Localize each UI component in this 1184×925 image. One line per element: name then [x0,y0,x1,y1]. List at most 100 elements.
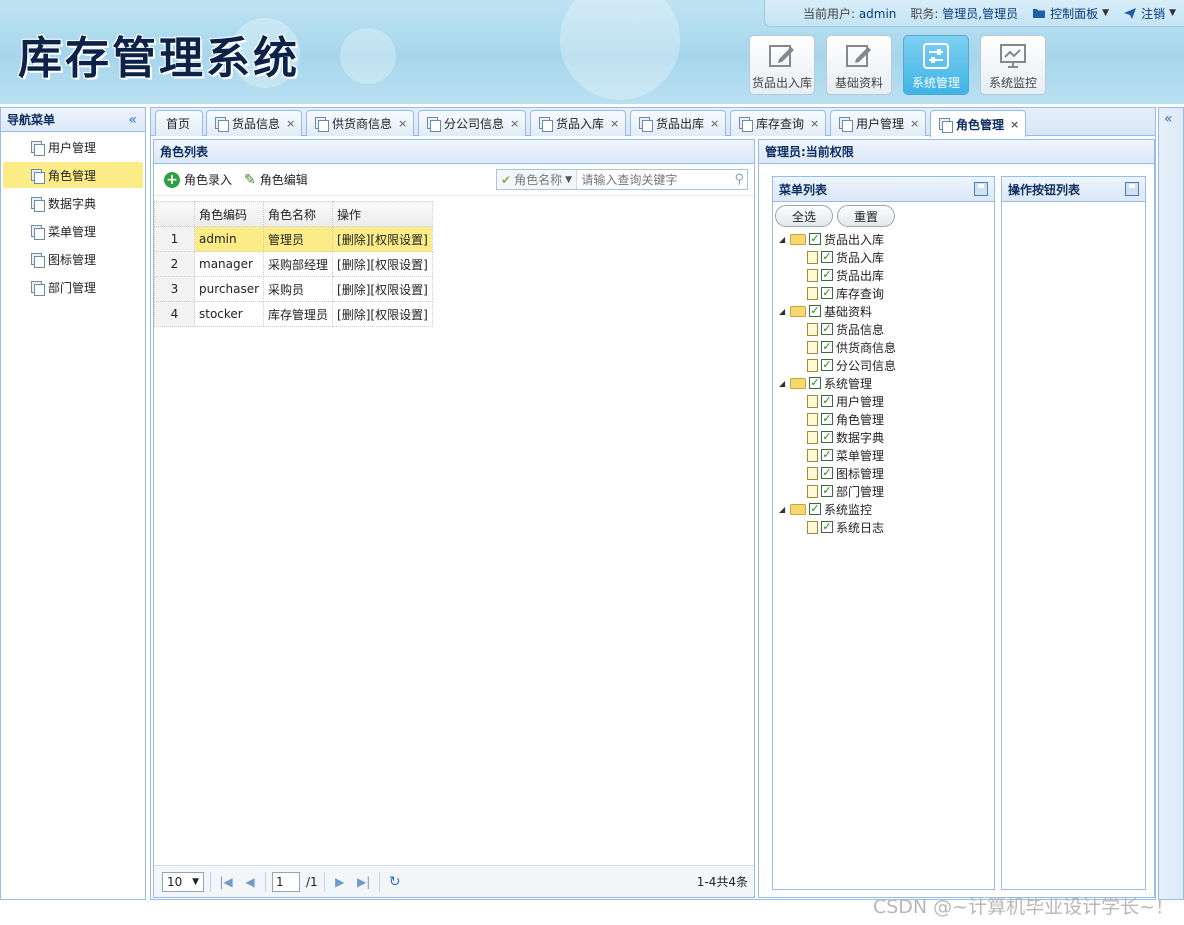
tab-stock-out[interactable]: 货品出库 × [630,110,726,136]
close-icon[interactable]: × [910,117,919,130]
tab-branch-info[interactable]: 分公司信息 × [418,110,526,136]
checkbox-checked[interactable]: ✓ [821,269,833,281]
table-row[interactable]: 3 purchaser 采购员 [删除][权限设置] [154,276,433,302]
tree-node-leaf[interactable]: ✓ 部门管理 [779,482,994,500]
search-icon[interactable]: ⚲ [731,172,747,187]
collapse-left-icon[interactable]: « [128,112,137,128]
close-icon[interactable]: × [1010,118,1019,131]
search-field-select[interactable]: ✔ 角色名称 ▼ [497,170,578,189]
tree-node-leaf[interactable]: ✓ 图标管理 [779,464,994,482]
tree-node-group[interactable]: ◢ ✓ 系统管理 [779,374,994,392]
module-button-system-monitor[interactable]: 系统监控 [980,35,1046,95]
logout-menu[interactable]: 注销 ▼ [1123,5,1176,22]
checkbox-checked[interactable]: ✓ [821,467,833,479]
nav-item-user-management[interactable]: 用户管理 [3,134,143,160]
tree-node-leaf[interactable]: ✓ 菜单管理 [779,446,994,464]
collapse-triangle-icon[interactable]: ◢ [779,307,787,316]
control-panel-menu[interactable]: 控制面板 ▼ [1032,5,1109,22]
reset-button[interactable]: 重置 [837,205,896,227]
close-icon[interactable]: × [398,117,407,130]
left-navigation: 导航菜单 « 用户管理 角色管理 数据字典 菜单管理 图标管理 部门管理 [0,107,146,900]
role-actions-cell[interactable]: [删除][权限设置] [332,301,433,327]
tree-node-leaf[interactable]: ✓ 货品出库 [779,266,994,284]
nav-item-department-management[interactable]: 部门管理 [3,274,143,300]
checkbox-checked[interactable]: ✓ [821,521,833,533]
tree-node-leaf[interactable]: ✓ 数据字典 [779,428,994,446]
collapse-triangle-icon[interactable]: ◢ [779,505,787,514]
tree-node-leaf[interactable]: ✓ 分公司信息 [779,356,994,374]
checkbox-checked[interactable]: ✓ [821,359,833,371]
collapse-triangle-icon[interactable]: ◢ [779,379,787,388]
checkbox-checked[interactable]: ✓ [821,431,833,443]
nav-item-role-management[interactable]: 角色管理 [3,162,143,188]
module-button-basic-data[interactable]: 基础资料 [826,35,892,95]
role-actions-cell[interactable]: [删除][权限设置] [332,226,433,252]
nav-item-menu-management[interactable]: 菜单管理 [3,218,143,244]
tab-stock-query[interactable]: 库存查询 × [730,110,826,136]
close-icon[interactable]: × [286,117,295,130]
tab-home[interactable]: 首页 [155,110,203,136]
checkbox-checked[interactable]: ✓ [821,485,833,497]
table-row[interactable]: 4 stocker 库存管理员 [删除][权限设置] [154,301,433,327]
close-icon[interactable]: × [810,117,819,130]
tab-stock-in[interactable]: 货品入库 × [530,110,626,136]
file-icon [807,268,818,282]
tab-supplier-info[interactable]: 供货商信息 × [306,110,414,136]
refresh-icon[interactable]: ↻ [386,874,404,890]
tree-node-group[interactable]: ◢ ✓ 系统监控 [779,500,994,518]
select-all-button[interactable]: 全选 [775,205,834,227]
close-icon[interactable]: × [510,117,519,130]
tab-goods-info[interactable]: 货品信息 × [206,110,302,136]
first-page-icon[interactable]: |◀ [217,875,235,889]
checkbox-checked[interactable]: ✓ [821,395,833,407]
checkbox-checked[interactable]: ✓ [809,503,821,515]
module-button-stock-io[interactable]: 货品出入库 [749,35,815,95]
tree-node-leaf[interactable]: ✓ 供货商信息 [779,338,994,356]
save-icon[interactable] [1125,182,1139,196]
close-icon[interactable]: × [610,117,619,130]
nav-item-icon-management[interactable]: 图标管理 [3,246,143,272]
tab-user-management[interactable]: 用户管理 × [830,110,926,136]
monitor-icon [1000,44,1026,68]
checkbox-checked[interactable]: ✓ [821,449,833,461]
table-row[interactable]: 1 admin 管理员 [删除][权限设置] [154,226,433,252]
role-actions-cell[interactable]: [删除][权限设置] [332,276,433,302]
tree-node-leaf[interactable]: ✓ 货品信息 [779,320,994,338]
column-header[interactable]: 角色编码 [193,201,265,227]
tree-node-group[interactable]: ◢ ✓ 货品出入库 [779,230,994,248]
previous-page-icon[interactable]: ◀ [241,875,259,889]
checkbox-checked[interactable]: ✓ [809,233,821,245]
checkbox-checked[interactable]: ✓ [809,305,821,317]
column-header[interactable]: 角色名称 [263,201,334,227]
last-page-icon[interactable]: ▶| [355,875,373,889]
checkbox-checked[interactable]: ✓ [821,287,833,299]
add-role-button[interactable]: + 角色录入 [164,171,232,188]
role-actions-cell[interactable]: [删除][权限设置] [332,251,433,277]
tree-node-leaf[interactable]: ✓ 库存查询 [779,284,994,302]
tree-node-label: 货品出库 [836,268,885,283]
tree-node-leaf[interactable]: ✓ 角色管理 [779,410,994,428]
checkbox-checked[interactable]: ✓ [821,323,833,335]
close-icon[interactable]: × [710,117,719,130]
save-icon[interactable] [974,182,988,196]
nav-item-data-dictionary[interactable]: 数据字典 [3,190,143,216]
checkbox-checked[interactable]: ✓ [821,413,833,425]
tree-node-group[interactable]: ◢ ✓ 基础资料 [779,302,994,320]
checkbox-checked[interactable]: ✓ [821,251,833,263]
tree-node-leaf[interactable]: ✓ 货品入库 [779,248,994,266]
tree-node-leaf[interactable]: ✓ 系统日志 [779,518,994,536]
tree-node-leaf[interactable]: ✓ 用户管理 [779,392,994,410]
checkbox-checked[interactable]: ✓ [809,377,821,389]
page-number-input[interactable]: 1 [272,871,300,892]
collapse-triangle-icon[interactable]: ◢ [779,235,787,244]
page-size-select[interactable]: 10 ▼ [162,871,204,892]
edit-role-button[interactable]: ✎ 角色编辑 [244,171,308,188]
next-page-icon[interactable]: ▶ [331,875,349,889]
tab-role-management[interactable]: 角色管理 × [930,110,1026,137]
checkbox-checked[interactable]: ✓ [821,341,833,353]
search-input[interactable] [577,170,732,189]
column-header[interactable]: 操作 [332,201,433,227]
module-button-system-management[interactable]: 系统管理 [903,35,969,95]
expand-right-icon[interactable]: « [1164,111,1173,127]
table-row[interactable]: 2 manager 采购部经理 [删除][权限设置] [154,251,433,277]
